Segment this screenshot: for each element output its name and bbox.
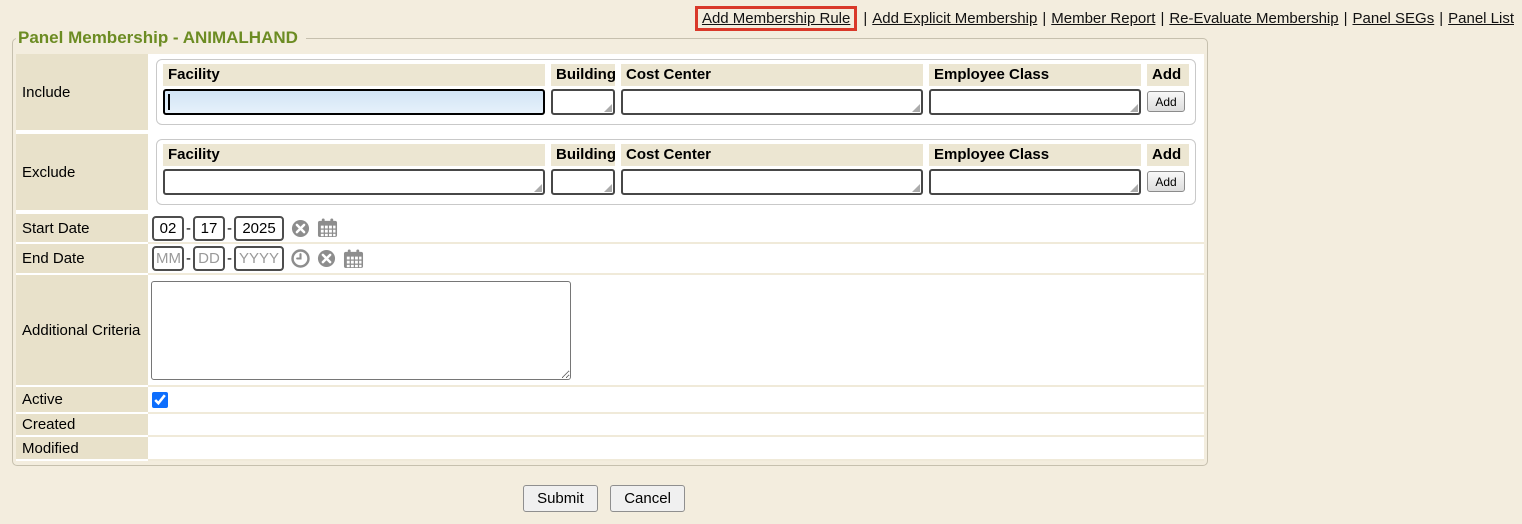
additional-criteria-textarea[interactable] bbox=[151, 281, 571, 380]
nav-link-re-evaluate-membership[interactable]: Re-Evaluate Membership bbox=[1169, 10, 1338, 27]
modified-label: Modified bbox=[16, 437, 148, 461]
include-employee-class-header: Employee Class bbox=[929, 64, 1141, 86]
include-label: Include bbox=[16, 54, 148, 134]
exclude-employee-class-header: Employee Class bbox=[929, 144, 1141, 166]
exclude-add-header: Add bbox=[1147, 144, 1189, 166]
include-add-button[interactable]: Add bbox=[1147, 91, 1185, 112]
include-cost-center-header: Cost Center bbox=[621, 64, 923, 86]
include-cost-center-input[interactable] bbox=[621, 89, 923, 115]
exclude-rule-panel: Facility Building bbox=[156, 139, 1196, 205]
start-date-label: Start Date bbox=[16, 214, 148, 244]
submit-button[interactable]: Submit bbox=[523, 485, 598, 512]
nav-separator: | bbox=[1042, 10, 1046, 27]
membership-form: Include Facility Building bbox=[16, 54, 1204, 461]
nav-separator: | bbox=[1439, 10, 1443, 27]
end-date-month-input[interactable] bbox=[152, 246, 184, 271]
nav-link-panel-segs[interactable]: Panel SEGs bbox=[1353, 10, 1435, 27]
exclude-facility-input[interactable] bbox=[163, 169, 545, 195]
date-dash: - bbox=[186, 220, 191, 237]
include-facility-header: Facility bbox=[163, 64, 545, 86]
include-building-header: Building bbox=[551, 64, 615, 86]
start-date-year-input[interactable] bbox=[234, 216, 284, 241]
start-date-month-input[interactable] bbox=[152, 216, 184, 241]
exclude-content: Facility Building bbox=[148, 134, 1204, 214]
page-title: Panel Membership - ANIMALHAND bbox=[16, 28, 306, 48]
nav-link-member-report[interactable]: Member Report bbox=[1051, 10, 1155, 27]
exclude-employee-class-input[interactable] bbox=[929, 169, 1141, 195]
start-date-calendar-icon[interactable] bbox=[317, 218, 338, 238]
end-date-clear-icon[interactable] bbox=[317, 249, 336, 268]
form-actions: Submit Cancel bbox=[12, 485, 1196, 512]
end-date-clock-icon[interactable] bbox=[291, 249, 310, 268]
include-rule-panel: Facility Building bbox=[156, 59, 1196, 125]
nav-separator: | bbox=[863, 10, 867, 27]
additional-criteria-row: Additional Criteria bbox=[16, 275, 1204, 387]
nav-link-panel-list[interactable]: Panel List bbox=[1448, 10, 1514, 27]
include-facility-input[interactable] bbox=[163, 89, 545, 115]
exclude-building-header: Building bbox=[551, 144, 615, 166]
nav-separator: | bbox=[1344, 10, 1348, 27]
active-checkbox[interactable] bbox=[152, 392, 168, 408]
include-employee-class-input[interactable] bbox=[929, 89, 1141, 115]
text-caret bbox=[168, 94, 170, 110]
include-row: Include Facility Building bbox=[16, 54, 1204, 134]
cancel-button[interactable]: Cancel bbox=[610, 485, 685, 512]
nav-link-add-membership-rule[interactable]: Add Membership Rule bbox=[702, 10, 850, 27]
date-dash: - bbox=[227, 220, 232, 237]
include-add-header: Add bbox=[1147, 64, 1189, 86]
exclude-row: Exclude Facility Building bbox=[16, 134, 1204, 214]
created-value bbox=[148, 414, 1204, 437]
exclude-building-input[interactable] bbox=[551, 169, 615, 195]
include-content: Facility Building bbox=[148, 54, 1204, 134]
end-date-label: End Date bbox=[16, 244, 148, 275]
created-label: Created bbox=[16, 414, 148, 437]
exclude-cost-center-input[interactable] bbox=[621, 169, 923, 195]
active-label: Active bbox=[16, 387, 148, 414]
date-dash: - bbox=[227, 250, 232, 267]
nav-separator: | bbox=[1160, 10, 1164, 27]
end-date-row: End Date - - bbox=[16, 244, 1204, 275]
panel-membership-fieldset: Panel Membership - ANIMALHAND Include Fa… bbox=[12, 28, 1208, 466]
exclude-cost-center-header: Cost Center bbox=[621, 144, 923, 166]
exclude-facility-header: Facility bbox=[163, 144, 545, 166]
additional-criteria-label: Additional Criteria bbox=[16, 275, 148, 387]
start-date-clear-icon[interactable] bbox=[291, 219, 310, 238]
nav-link-add-explicit-membership[interactable]: Add Explicit Membership bbox=[872, 10, 1037, 27]
exclude-label: Exclude bbox=[16, 134, 148, 214]
start-date-day-input[interactable] bbox=[193, 216, 225, 241]
exclude-add-button[interactable]: Add bbox=[1147, 171, 1185, 192]
modified-value bbox=[148, 437, 1204, 461]
start-date-row: Start Date - - bbox=[16, 214, 1204, 244]
active-row: Active bbox=[16, 387, 1204, 414]
include-building-input[interactable] bbox=[551, 89, 615, 115]
end-date-calendar-icon[interactable] bbox=[343, 249, 364, 269]
end-date-year-input[interactable] bbox=[234, 246, 284, 271]
end-date-day-input[interactable] bbox=[193, 246, 225, 271]
date-dash: - bbox=[186, 250, 191, 267]
modified-row: Modified bbox=[16, 437, 1204, 461]
created-row: Created bbox=[16, 414, 1204, 437]
